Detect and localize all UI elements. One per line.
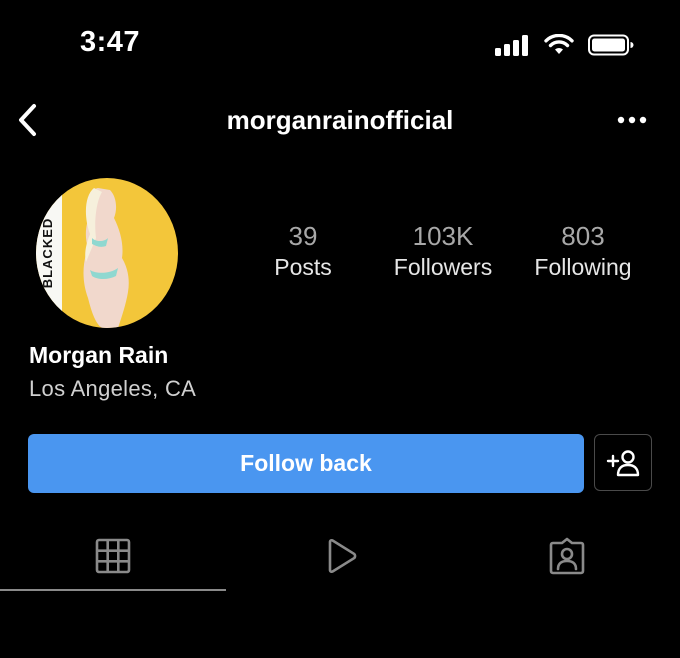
tagged-person-icon	[549, 537, 585, 575]
follow-back-button[interactable]: Follow back	[28, 434, 584, 493]
stat-following[interactable]: 803 Following	[513, 220, 653, 282]
profile-location: Los Angeles, CA	[29, 376, 197, 401]
stat-label: Followers	[393, 254, 493, 280]
tab-reels[interactable]	[228, 525, 454, 587]
cellular-signal-icon	[495, 35, 528, 56]
stat-label: Posts	[274, 254, 332, 280]
status-time: 3:47	[80, 26, 141, 58]
stat-label: Following	[534, 254, 632, 280]
suggested-accounts-button[interactable]	[594, 434, 652, 491]
stat-followers[interactable]: 103K Followers	[373, 220, 513, 282]
profile-stats: 39 Posts 103K Followers 803 Following	[233, 220, 653, 290]
stat-value: 103K	[412, 221, 474, 251]
profile-display-name: Morgan Rain	[29, 342, 169, 368]
tab-posts[interactable]	[0, 525, 226, 587]
play-icon	[328, 538, 357, 574]
grid-icon	[95, 538, 131, 574]
profile-tabs	[0, 525, 680, 595]
status-icons	[494, 34, 634, 56]
stat-value: 803	[561, 221, 605, 251]
wifi-icon	[544, 34, 574, 54]
stat-value: 39	[288, 221, 318, 251]
profile-avatar[interactable]: BLACKED	[36, 178, 178, 328]
profile-username: morganrainofficial	[226, 105, 454, 135]
more-options-button[interactable]	[614, 108, 650, 132]
profile-header: morganrainofficial	[0, 96, 680, 148]
tab-tagged[interactable]	[454, 525, 680, 587]
status-bar: 3:47	[0, 0, 680, 90]
avatar-watermark: BLACKED	[40, 217, 55, 289]
stat-posts[interactable]: 39 Posts	[233, 220, 373, 282]
active-tab-indicator	[0, 589, 226, 591]
more-horizontal-icon	[617, 116, 647, 124]
battery-icon	[588, 34, 634, 56]
add-person-icon	[606, 449, 640, 476]
